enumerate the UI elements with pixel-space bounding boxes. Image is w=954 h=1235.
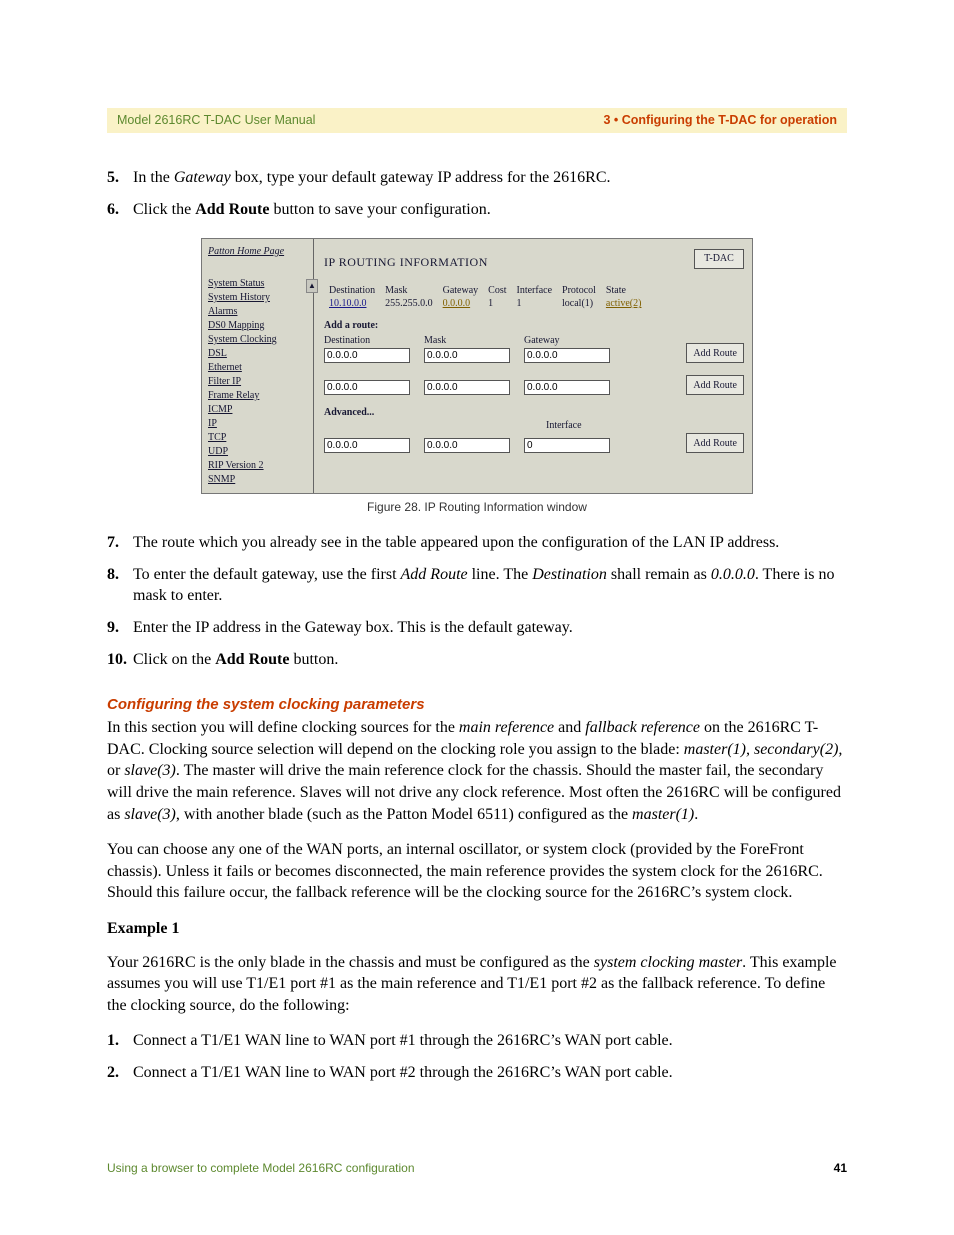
cell-gw[interactable]: 0.0.0.0 <box>438 297 484 310</box>
th-proto: Protocol <box>557 284 601 297</box>
chapter-title: 3 • Configuring the T-DAC for operation <box>603 113 837 127</box>
step-list-5-6: In the Gateway box, type your default ga… <box>107 167 847 220</box>
cell-cost: 1 <box>483 297 511 310</box>
nav-home[interactable]: Patton Home Page <box>208 245 307 259</box>
input-mask-3[interactable] <box>424 438 510 453</box>
nav-ip[interactable]: IP <box>208 417 307 431</box>
input-dest[interactable] <box>324 348 410 363</box>
input-dest-2[interactable] <box>324 380 410 395</box>
th-gw: Gateway <box>438 284 484 297</box>
section-para-1: In this section you will define clocking… <box>107 717 847 825</box>
add-route-subhead: Add a route: <box>324 320 744 331</box>
nav-ds0-mapping[interactable]: DS0 Mapping <box>208 319 307 333</box>
cell-mask: 255.255.0.0 <box>380 297 438 310</box>
nav-tcp[interactable]: TCP <box>208 431 307 445</box>
subsection-heading: Configuring the system clocking paramete… <box>107 696 847 713</box>
nav-rip-v2[interactable]: RIP Version 2 <box>208 459 307 473</box>
th-state: State <box>601 284 647 297</box>
example-1-label: Example 1 <box>107 918 847 940</box>
ip-routing-figure: Patton Home Page System Status System Hi… <box>201 238 753 494</box>
lbl-dest: Destination <box>324 335 410 346</box>
table-header-row: Destination Mask Gateway Cost Interface … <box>324 284 646 297</box>
th-cost: Cost <box>483 284 511 297</box>
input-mask-2[interactable] <box>424 380 510 395</box>
cell-dest[interactable]: 10.10.0.0 <box>324 297 380 310</box>
nav-icmp[interactable]: ICMP <box>208 403 307 417</box>
example-step-2: Connect a T1/E1 WAN line to WAN port #2 … <box>133 1062 847 1084</box>
input-iface-3[interactable] <box>524 438 610 453</box>
nav-alarms[interactable]: Alarms <box>208 305 307 319</box>
page-footer: Using a browser to complete Model 2616RC… <box>107 1161 847 1175</box>
page-header: Model 2616RC T-DAC User Manual 3 • Confi… <box>107 108 847 133</box>
nav-snmp[interactable]: SNMP <box>208 473 307 487</box>
section-para-3: Your 2616RC is the only blade in the cha… <box>107 952 847 1017</box>
step-5: In the Gateway box, type your default ga… <box>133 167 847 189</box>
nav-system-history[interactable]: System History <box>208 291 307 305</box>
step-8: To enter the default gateway, use the fi… <box>133 564 847 607</box>
step-10: Click on the Add Route button. <box>133 649 847 671</box>
figure-title: IP ROUTING INFORMATION <box>324 255 744 270</box>
figure-nav-panel: Patton Home Page System Status System Hi… <box>202 239 314 493</box>
step-list-7-10: The route which you already see in the t… <box>107 532 847 670</box>
example-step-1: Connect a T1/E1 WAN line to WAN port #1 … <box>133 1030 847 1052</box>
section-para-2: You can choose any one of the WAN ports,… <box>107 839 847 904</box>
add-route-row-1: Destination Mask Gateway Add Route <box>324 335 744 363</box>
doc-title: Model 2616RC T-DAC User Manual <box>117 113 315 127</box>
add-route-button-3[interactable]: Add Route <box>686 433 744 453</box>
footer-section: Using a browser to complete Model 2616RC… <box>107 1161 415 1175</box>
add-route-button-2[interactable]: Add Route <box>686 375 744 395</box>
nav-system-status[interactable]: System Status <box>208 277 307 291</box>
nav-dsl[interactable]: DSL <box>208 347 307 361</box>
th-dest: Destination <box>324 284 380 297</box>
routes-table: Destination Mask Gateway Cost Interface … <box>324 284 646 310</box>
add-route-row-3: Add Route <box>324 433 744 453</box>
tdac-button[interactable]: T-DAC <box>694 249 744 269</box>
nav-filter-ip[interactable]: Filter IP <box>208 375 307 389</box>
figure-main-panel: T-DAC IP ROUTING INFORMATION Destination… <box>314 239 752 493</box>
step-list-1-2: Connect a T1/E1 WAN line to WAN port #1 … <box>107 1030 847 1083</box>
nav-ethernet[interactable]: Ethernet <box>208 361 307 375</box>
nav-system-clocking[interactable]: System Clocking <box>208 333 307 347</box>
lbl-mask: Mask <box>424 335 510 346</box>
input-dest-3[interactable] <box>324 438 410 453</box>
step-6: Click the Add Route button to save your … <box>133 199 847 221</box>
advanced-label: Advanced... <box>324 407 744 418</box>
table-row: 10.10.0.0 255.255.0.0 0.0.0.0 1 1 local(… <box>324 297 646 310</box>
footer-page: 41 <box>834 1161 847 1175</box>
figure-caption: Figure 28. IP Routing Information window <box>107 500 847 514</box>
lbl-gw: Gateway <box>524 335 610 346</box>
lbl-iface: Interface <box>546 420 744 431</box>
th-mask: Mask <box>380 284 438 297</box>
input-gw[interactable] <box>524 348 610 363</box>
step-9: Enter the IP address in the Gateway box.… <box>133 617 847 639</box>
cell-iface: 1 <box>512 297 558 310</box>
cell-proto: local(1) <box>557 297 601 310</box>
nav-udp[interactable]: UDP <box>208 445 307 459</box>
input-mask[interactable] <box>424 348 510 363</box>
cell-state[interactable]: active(2) <box>601 297 647 310</box>
th-iface: Interface <box>512 284 558 297</box>
nav-frame-relay[interactable]: Frame Relay <box>208 389 307 403</box>
add-route-row-2: Add Route <box>324 375 744 395</box>
input-gw-2[interactable] <box>524 380 610 395</box>
step-7: The route which you already see in the t… <box>133 532 847 554</box>
add-route-button-1[interactable]: Add Route <box>686 343 744 363</box>
